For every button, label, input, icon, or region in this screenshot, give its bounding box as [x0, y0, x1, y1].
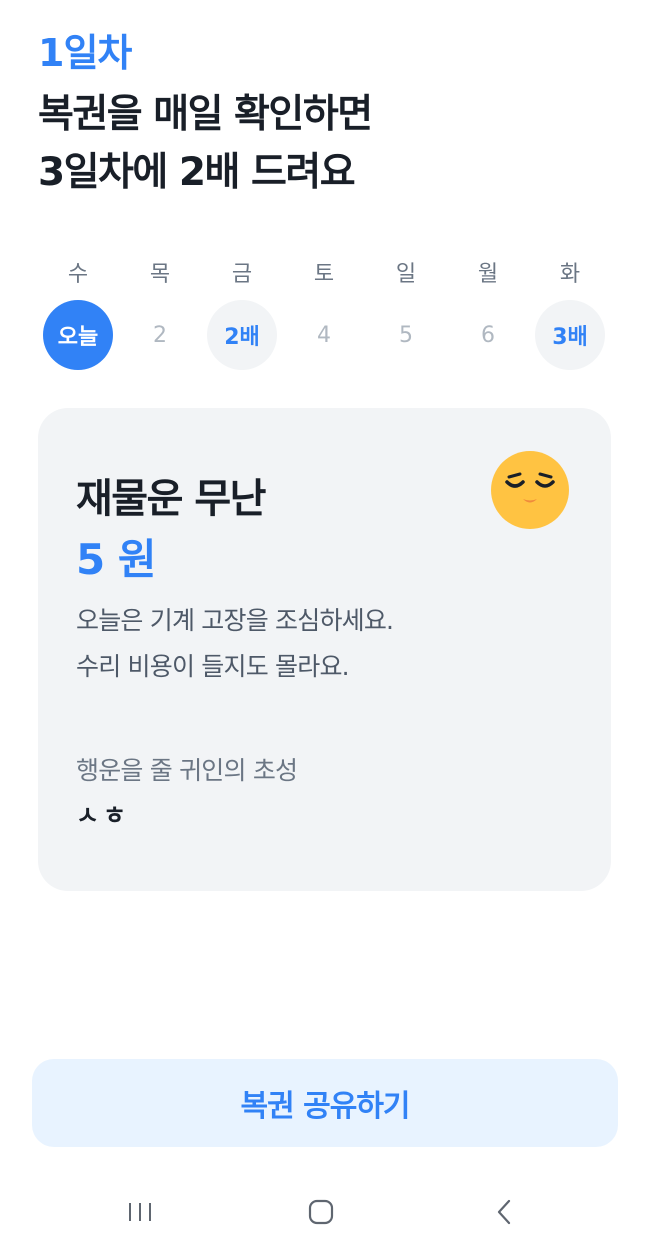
day-4-marker: 4 [317, 322, 331, 348]
weekday-label: 토 [313, 262, 335, 287]
day-2-marker: 2 [153, 322, 167, 348]
prize-amount: 5 원 [76, 535, 156, 584]
fortune-title: 재물운 무난 [76, 476, 266, 522]
day-5-marker: 5 [399, 322, 413, 348]
fortune-description-line-2: 수리 비용이 들지도 몰라요. [76, 652, 350, 681]
noble-person-label: 행운을 줄 귀인의 초성 [76, 756, 298, 785]
sleepy-face-icon [491, 451, 569, 529]
day-6-marker: 6 [481, 322, 495, 348]
headline-line-1: 복권을 매일 확인하면 [38, 92, 373, 137]
weekday-label: 금 [231, 262, 253, 287]
fortune-lottery-screen: 1일차 복권을 매일 확인하면 3일차에 2배 드려요 수 목 금 토 일 월 … [0, 0, 648, 1250]
headline: 복권을 매일 확인하면 3일차에 2배 드려요 [38, 86, 618, 202]
fortune-description: 오늘은 기계 고장을 조심하세요. 수리 비용이 들지도 몰라요. [76, 598, 576, 690]
weekday-label: 수 [67, 262, 89, 287]
system-navigation-bar [0, 1180, 648, 1250]
recents-icon [129, 1203, 151, 1221]
recents-button[interactable] [110, 1192, 170, 1232]
day-count-label: 1일차 [38, 31, 132, 75]
home-button[interactable] [291, 1192, 351, 1232]
weekday-label: 화 [559, 262, 581, 287]
fortune-description-line-1: 오늘은 기계 고장을 조심하세요. [76, 606, 394, 635]
noble-person-initials: ㅅㅎ [76, 801, 131, 830]
weekday-label: 목 [149, 262, 171, 287]
home-icon [308, 1199, 334, 1225]
fortune-result-card: 재물운 무난 5 원 오늘은 기계 고장을 조심하세요. 수리 비용이 들지도 … [38, 408, 611, 891]
weekday-label: 월 [477, 262, 499, 287]
day-today-badge: 오늘 [43, 300, 113, 370]
day-3-bonus-badge: 2배 [207, 300, 277, 370]
share-lottery-button[interactable]: 복권 공유하기 [32, 1059, 618, 1147]
headline-line-2: 3일차에 2배 드려요 [38, 150, 356, 195]
day-7-bonus-badge: 3배 [535, 300, 605, 370]
weekly-check-calendar: 수 목 금 토 일 월 화 오늘 2 2배 4 5 6 3배 [0, 256, 648, 376]
back-button[interactable] [474, 1192, 534, 1232]
back-icon [497, 1199, 511, 1225]
weekday-label: 일 [395, 262, 417, 287]
